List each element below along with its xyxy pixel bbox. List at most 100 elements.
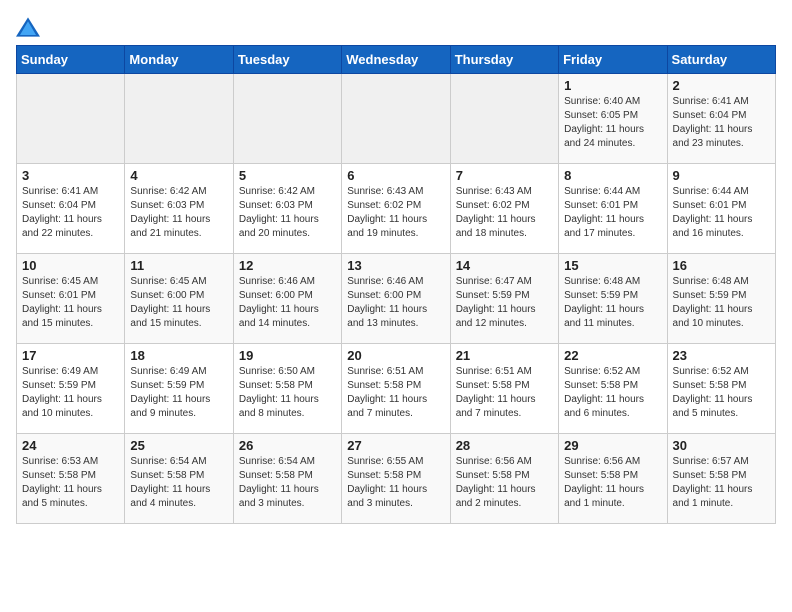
week-row-3: 10 Sunrise: 6:45 AM Sunset: 6:01 PM Dayli… (17, 254, 776, 344)
calendar-cell: 5 Sunrise: 6:42 AM Sunset: 6:03 PM Daylig… (233, 164, 341, 254)
calendar-cell: 10 Sunrise: 6:45 AM Sunset: 6:01 PM Dayli… (17, 254, 125, 344)
day-info: Sunrise: 6:45 AM Sunset: 6:00 PM Dayligh… (130, 275, 227, 331)
calendar-cell: 29Sunrise: 6:56 AM Sunset: 5:58 PM Dayli… (559, 434, 667, 524)
day-number: 14 (456, 258, 553, 273)
day-number: 26 (239, 438, 336, 453)
weekday-header-wednesday: Wednesday (342, 46, 450, 74)
calendar-body: 1 Sunrise: 6:40 AM Sunset: 6:05 PM Daylig… (17, 74, 776, 524)
calendar-cell (17, 74, 125, 164)
day-number: 29 (564, 438, 661, 453)
day-info: Sunrise: 6:41 AM Sunset: 6:04 PM Dayligh… (22, 185, 119, 241)
calendar-cell: 15 Sunrise: 6:48 AM Sunset: 5:59 PM Dayli… (559, 254, 667, 344)
calendar-cell: 25Sunrise: 6:54 AM Sunset: 5:58 PM Dayli… (125, 434, 233, 524)
day-info: Sunrise: 6:52 AM Sunset: 5:58 PM Dayligh… (673, 365, 770, 421)
day-info: Sunrise: 6:46 AM Sunset: 6:00 PM Dayligh… (239, 275, 336, 331)
calendar-cell: 6 Sunrise: 6:43 AM Sunset: 6:02 PM Daylig… (342, 164, 450, 254)
calendar-cell: 24Sunrise: 6:53 AM Sunset: 5:58 PM Dayli… (17, 434, 125, 524)
calendar-cell: 30 Sunrise: 6:57 AM Sunset: 5:58 PM Dayli… (667, 434, 775, 524)
logo (16, 16, 44, 37)
page-header (16, 16, 776, 37)
day-info: Sunrise: 6:48 AM Sunset: 5:59 PM Dayligh… (564, 275, 661, 331)
day-info: Sunrise: 6:41 AM Sunset: 6:04 PM Dayligh… (673, 95, 770, 151)
calendar-cell (233, 74, 341, 164)
day-number: 10 (22, 258, 119, 273)
calendar-cell: 22 Sunrise: 6:52 AM Sunset: 5:58 PM Dayli… (559, 344, 667, 434)
logo-icon (16, 17, 40, 37)
day-info: Sunrise: 6:42 AM Sunset: 6:03 PM Dayligh… (239, 185, 336, 241)
day-number: 15 (564, 258, 661, 273)
day-number: 17 (22, 348, 119, 363)
day-number: 30 (673, 438, 770, 453)
calendar-cell: 2Sunrise: 6:41 AM Sunset: 6:04 PM Daylig… (667, 74, 775, 164)
day-info: Sunrise: 6:50 AM Sunset: 5:58 PM Dayligh… (239, 365, 336, 421)
day-info: Sunrise: 6:52 AM Sunset: 5:58 PM Dayligh… (564, 365, 661, 421)
calendar-cell: 21 Sunrise: 6:51 AM Sunset: 5:58 PM Dayli… (450, 344, 558, 434)
day-number: 21 (456, 348, 553, 363)
calendar-cell: 13Sunrise: 6:46 AM Sunset: 6:00 PM Dayli… (342, 254, 450, 344)
day-info: Sunrise: 6:54 AM Sunset: 5:58 PM Dayligh… (130, 455, 227, 511)
calendar-cell: 23Sunrise: 6:52 AM Sunset: 5:58 PM Dayli… (667, 344, 775, 434)
day-number: 4 (130, 168, 227, 183)
weekday-header-saturday: Saturday (667, 46, 775, 74)
day-info: Sunrise: 6:55 AM Sunset: 5:58 PM Dayligh… (347, 455, 444, 511)
day-number: 28 (456, 438, 553, 453)
day-number: 22 (564, 348, 661, 363)
day-info: Sunrise: 6:48 AM Sunset: 5:59 PM Dayligh… (673, 275, 770, 331)
calendar-cell: 1 Sunrise: 6:40 AM Sunset: 6:05 PM Daylig… (559, 74, 667, 164)
day-number: 8 (564, 168, 661, 183)
calendar-cell: 26Sunrise: 6:54 AM Sunset: 5:58 PM Dayli… (233, 434, 341, 524)
day-number: 7 (456, 168, 553, 183)
day-info: Sunrise: 6:51 AM Sunset: 5:58 PM Dayligh… (347, 365, 444, 421)
day-info: Sunrise: 6:43 AM Sunset: 6:02 PM Dayligh… (456, 185, 553, 241)
calendar-cell: 3Sunrise: 6:41 AM Sunset: 6:04 PM Daylig… (17, 164, 125, 254)
calendar-cell (342, 74, 450, 164)
calendar-cell: 4 Sunrise: 6:42 AM Sunset: 6:03 PM Daylig… (125, 164, 233, 254)
day-info: Sunrise: 6:43 AM Sunset: 6:02 PM Dayligh… (347, 185, 444, 241)
day-info: Sunrise: 6:57 AM Sunset: 5:58 PM Dayligh… (673, 455, 770, 511)
day-info: Sunrise: 6:44 AM Sunset: 6:01 PM Dayligh… (673, 185, 770, 241)
calendar-cell (450, 74, 558, 164)
weekday-header-sunday: Sunday (17, 46, 125, 74)
week-row-2: 3Sunrise: 6:41 AM Sunset: 6:04 PM Daylig… (17, 164, 776, 254)
calendar-table: SundayMondayTuesdayWednesdayThursdayFrid… (16, 45, 776, 524)
day-number: 12 (239, 258, 336, 273)
calendar-cell: 27 Sunrise: 6:55 AM Sunset: 5:58 PM Dayli… (342, 434, 450, 524)
calendar-cell (125, 74, 233, 164)
day-number: 24 (22, 438, 119, 453)
calendar-cell: 18 Sunrise: 6:49 AM Sunset: 5:59 PM Dayli… (125, 344, 233, 434)
weekday-header-thursday: Thursday (450, 46, 558, 74)
day-info: Sunrise: 6:45 AM Sunset: 6:01 PM Dayligh… (22, 275, 119, 331)
day-info: Sunrise: 6:51 AM Sunset: 5:58 PM Dayligh… (456, 365, 553, 421)
week-row-4: 17 Sunrise: 6:49 AM Sunset: 5:59 PM Dayli… (17, 344, 776, 434)
week-row-5: 24Sunrise: 6:53 AM Sunset: 5:58 PM Dayli… (17, 434, 776, 524)
calendar-cell: 9 Sunrise: 6:44 AM Sunset: 6:01 PM Daylig… (667, 164, 775, 254)
calendar-cell: 7 Sunrise: 6:43 AM Sunset: 6:02 PM Daylig… (450, 164, 558, 254)
day-number: 16 (673, 258, 770, 273)
calendar-cell: 16 Sunrise: 6:48 AM Sunset: 5:59 PM Dayli… (667, 254, 775, 344)
day-info: Sunrise: 6:47 AM Sunset: 5:59 PM Dayligh… (456, 275, 553, 331)
day-info: Sunrise: 6:40 AM Sunset: 6:05 PM Dayligh… (564, 95, 661, 151)
weekday-header-row: SundayMondayTuesdayWednesdayThursdayFrid… (17, 46, 776, 74)
day-number: 9 (673, 168, 770, 183)
day-info: Sunrise: 6:42 AM Sunset: 6:03 PM Dayligh… (130, 185, 227, 241)
day-number: 19 (239, 348, 336, 363)
day-info: Sunrise: 6:49 AM Sunset: 5:59 PM Dayligh… (130, 365, 227, 421)
weekday-header-tuesday: Tuesday (233, 46, 341, 74)
calendar-cell: 12 Sunrise: 6:46 AM Sunset: 6:00 PM Dayli… (233, 254, 341, 344)
day-info: Sunrise: 6:49 AM Sunset: 5:59 PM Dayligh… (22, 365, 119, 421)
calendar-cell: 14 Sunrise: 6:47 AM Sunset: 5:59 PM Dayli… (450, 254, 558, 344)
day-number: 5 (239, 168, 336, 183)
day-info: Sunrise: 6:56 AM Sunset: 5:58 PM Dayligh… (456, 455, 553, 511)
calendar-cell: 19 Sunrise: 6:50 AM Sunset: 5:58 PM Dayli… (233, 344, 341, 434)
day-number: 18 (130, 348, 227, 363)
day-info: Sunrise: 6:44 AM Sunset: 6:01 PM Dayligh… (564, 185, 661, 241)
weekday-header-friday: Friday (559, 46, 667, 74)
day-number: 1 (564, 78, 661, 93)
day-info: Sunrise: 6:46 AM Sunset: 6:00 PM Dayligh… (347, 275, 444, 331)
calendar-cell: 17 Sunrise: 6:49 AM Sunset: 5:59 PM Dayli… (17, 344, 125, 434)
day-number: 27 (347, 438, 444, 453)
day-number: 6 (347, 168, 444, 183)
calendar-cell: 8 Sunrise: 6:44 AM Sunset: 6:01 PM Daylig… (559, 164, 667, 254)
calendar-cell: 28 Sunrise: 6:56 AM Sunset: 5:58 PM Dayli… (450, 434, 558, 524)
day-number: 20 (347, 348, 444, 363)
